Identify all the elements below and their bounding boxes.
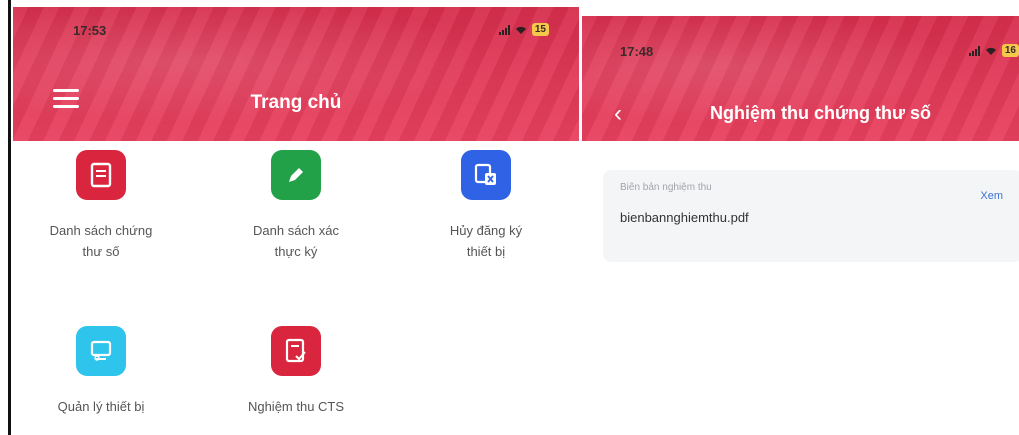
wifi-icon [985, 47, 996, 55]
tile-label: Danh sách chứng thư số [49, 223, 153, 259]
pencil-icon [271, 150, 321, 200]
status-time: 17:53 [73, 23, 107, 38]
signal-icon [968, 45, 980, 56]
document-check-icon [271, 326, 321, 376]
signal-icon [498, 24, 510, 35]
status-time: 17:48 [620, 44, 654, 59]
app-header: 17:53 15 Trang chủ [13, 7, 579, 141]
certificate-acceptance-screen: 17:48 16 ‹ Nghiệm thu chứng thư số Biên … [582, 0, 1019, 435]
tile-label: Quản lý thiết bị [57, 399, 145, 414]
tile-certificate-list[interactable]: Danh sách chứng thư số [16, 150, 186, 262]
tile-signature-confirmation-list[interactable]: Danh sách xác thực ký [211, 150, 381, 262]
status-indicators: 16 [968, 44, 1019, 57]
battery-icon: 15 [531, 23, 549, 36]
tile-device-management[interactable]: Quản lý thiết bị [16, 326, 186, 417]
file-name: bienbannghiemthu.pdf [620, 210, 749, 225]
view-link[interactable]: Xem [980, 190, 1003, 202]
card-caption: Biên bản nghiệm thu [620, 182, 712, 193]
tile-cts-acceptance[interactable]: Nghiệm thu CTS [211, 326, 381, 417]
tile-label: Hủy đăng ký thiết bị [449, 223, 523, 259]
monitor-icon [76, 326, 126, 376]
wifi-icon [515, 26, 526, 34]
home-screen: 17:53 15 Trang chủ Danh sách chứng thư số… [13, 0, 579, 435]
tile-label: Danh sách xác thực ký [253, 223, 339, 259]
acceptance-record-card: Biên bản nghiệm thu bienbannghiemthu.pdf… [603, 170, 1019, 262]
battery-icon: 16 [1001, 44, 1019, 57]
tile-cancel-device-registration[interactable]: Hủy đăng ký thiết bị [401, 150, 571, 262]
device-cancel-icon [461, 150, 511, 200]
app-header: 17:48 16 ‹ Nghiệm thu chứng thư số [582, 16, 1019, 141]
tile-label: Nghiệm thu CTS [247, 399, 345, 414]
page-title: Nghiệm thu chứng thư số [709, 103, 932, 123]
page-title: Trang chủ [250, 92, 342, 113]
page-edge-divider [0, 0, 11, 435]
status-indicators: 15 [498, 23, 549, 36]
document-icon [76, 150, 126, 200]
